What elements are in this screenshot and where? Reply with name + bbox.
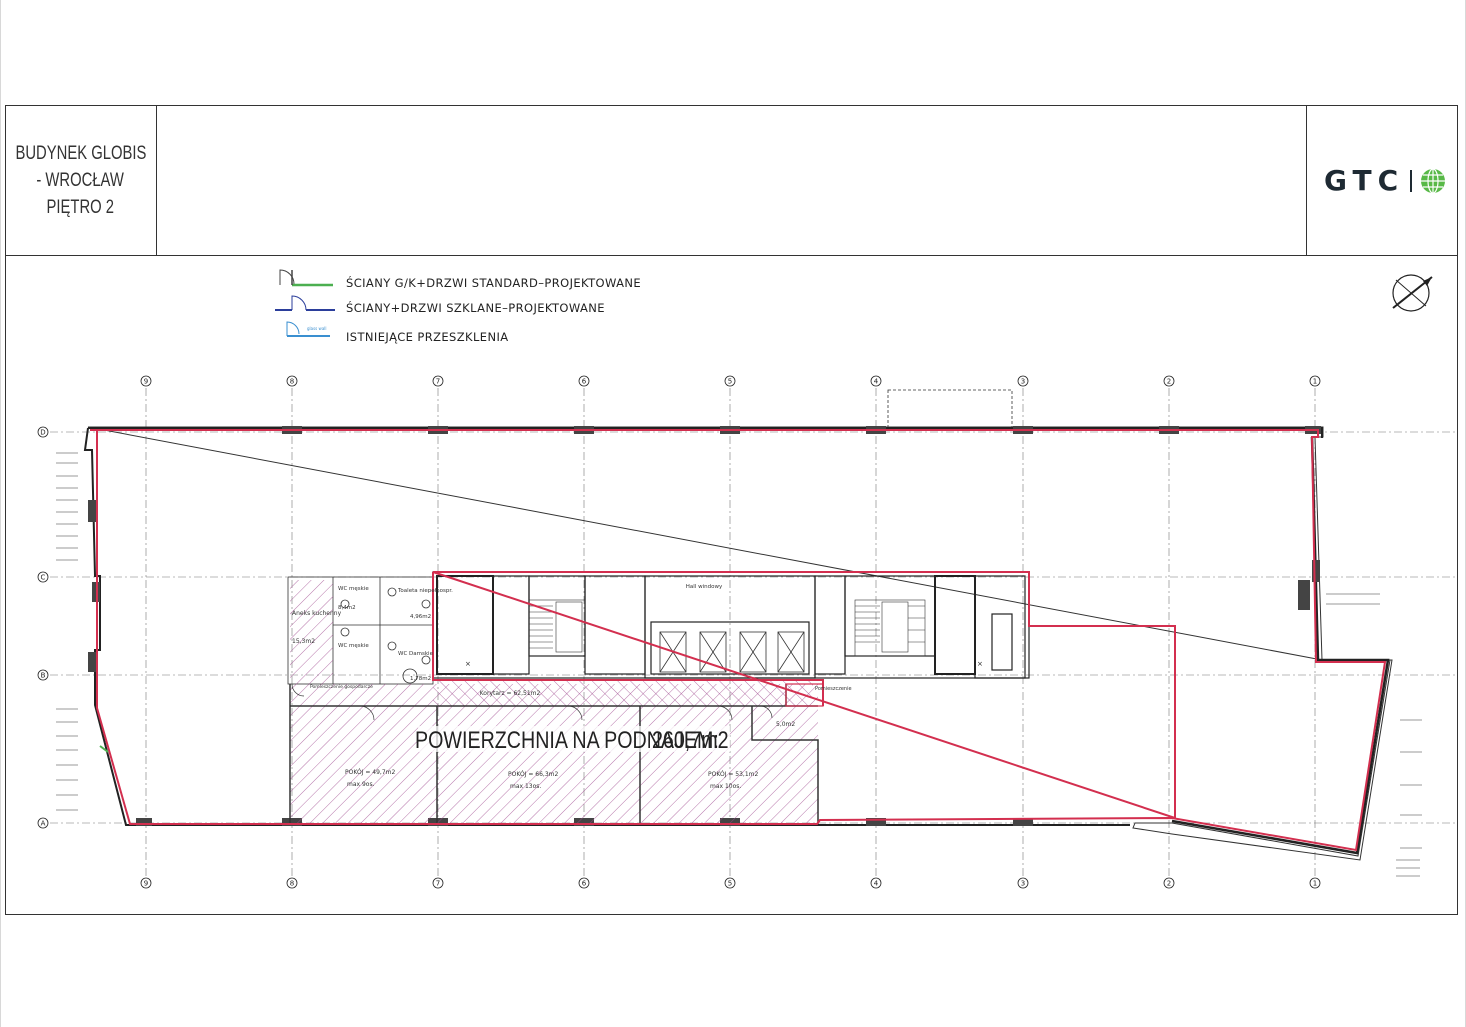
room2-people-label: max 13os. bbox=[510, 783, 541, 790]
wc-men-area-label: 8,4m2 bbox=[338, 605, 356, 611]
svg-text:B: B bbox=[41, 672, 46, 680]
svg-text:6: 6 bbox=[582, 378, 587, 386]
svg-text:4: 4 bbox=[874, 378, 879, 386]
dashed-outline bbox=[887, 389, 1013, 431]
north-arrow-icon bbox=[1392, 274, 1433, 312]
rental-area-label-group: POWIERZCHNIA NA PODNAJEM: 260,7m2 bbox=[415, 726, 730, 753]
room2-label: POKÓJ = 66,3m2 bbox=[508, 771, 558, 778]
staircase-left bbox=[528, 599, 586, 657]
wc-women-label: WC Damskie bbox=[398, 651, 434, 657]
toilet-disabled-label: Toaleta niepełnospr. bbox=[397, 588, 453, 594]
svg-text:8: 8 bbox=[290, 378, 294, 386]
staircase-right bbox=[854, 599, 926, 657]
wc-men-label: WC męskie bbox=[338, 586, 369, 592]
cleaning-room-label: Pomieszczenie gospodarcze bbox=[310, 684, 373, 690]
wc-women-area-label: 1,78m2 bbox=[410, 676, 431, 682]
svg-text:1: 1 bbox=[1313, 880, 1317, 888]
svg-text:3: 3 bbox=[1021, 378, 1025, 386]
svg-text:C: C bbox=[41, 574, 46, 582]
core-marks: × × bbox=[465, 660, 983, 668]
svg-text:1: 1 bbox=[1313, 378, 1317, 386]
wc-men2-label: WC męskie bbox=[338, 643, 369, 649]
room1-people-label: max 9os. bbox=[347, 781, 375, 788]
svg-text:9: 9 bbox=[144, 880, 148, 888]
toilet-disabled-area-label: 4,96m2 bbox=[410, 614, 431, 620]
corridor-label: Korytarz = 62,51m2 bbox=[480, 690, 541, 697]
svg-text:5: 5 bbox=[728, 378, 732, 386]
grid-bubbles-rows: D C B A bbox=[37, 426, 49, 829]
legend-symbol-existing: glass wall bbox=[286, 321, 330, 337]
svg-text:×: × bbox=[977, 660, 983, 668]
svg-text:5: 5 bbox=[728, 880, 732, 888]
room3-people-label: max 10os. bbox=[710, 783, 741, 790]
kitchen-area-label: 15,3m2 bbox=[292, 638, 315, 645]
svg-text:2: 2 bbox=[1167, 880, 1171, 888]
legend-symbol-glass bbox=[275, 295, 335, 311]
svg-text:3: 3 bbox=[1021, 880, 1025, 888]
storage-label: Pomieszczenie bbox=[815, 686, 852, 692]
svg-text:A: A bbox=[41, 820, 46, 828]
svg-text:9: 9 bbox=[144, 378, 148, 386]
storage-area-label: 5,0m2 bbox=[776, 721, 795, 728]
svg-text:glass wall: glass wall bbox=[307, 326, 327, 331]
svg-text:2: 2 bbox=[1167, 378, 1171, 386]
svg-text:7: 7 bbox=[436, 378, 440, 386]
grid-bubbles-bottom: 9 8 7 6 5 4 3 2 1 bbox=[140, 877, 1321, 889]
svg-text:D: D bbox=[40, 429, 45, 437]
legend-symbol-standard bbox=[279, 269, 333, 287]
elevators bbox=[659, 631, 805, 673]
floor-plan-drawing: glass wall 9 8 7 6 5 4 3 2 1 9 8 7 6 5 4… bbox=[37, 269, 1456, 889]
svg-text:7: 7 bbox=[436, 880, 440, 888]
svg-text:6: 6 bbox=[582, 880, 587, 888]
room3-label: POKÓJ = 53,1m2 bbox=[708, 771, 758, 778]
svg-text:8: 8 bbox=[290, 880, 294, 888]
grid-bubbles-top: 9 8 7 6 5 4 3 2 1 bbox=[140, 375, 1321, 387]
room1-label: POKÓJ = 49,7m2 bbox=[345, 769, 395, 776]
rental-area-value: 260,7m2 bbox=[652, 726, 729, 753]
svg-text:4: 4 bbox=[874, 880, 879, 888]
svg-text:×: × bbox=[465, 660, 471, 668]
kitchen-label: Aneks kuchenny bbox=[292, 610, 342, 617]
hall-label: Hall windowy bbox=[686, 584, 723, 590]
